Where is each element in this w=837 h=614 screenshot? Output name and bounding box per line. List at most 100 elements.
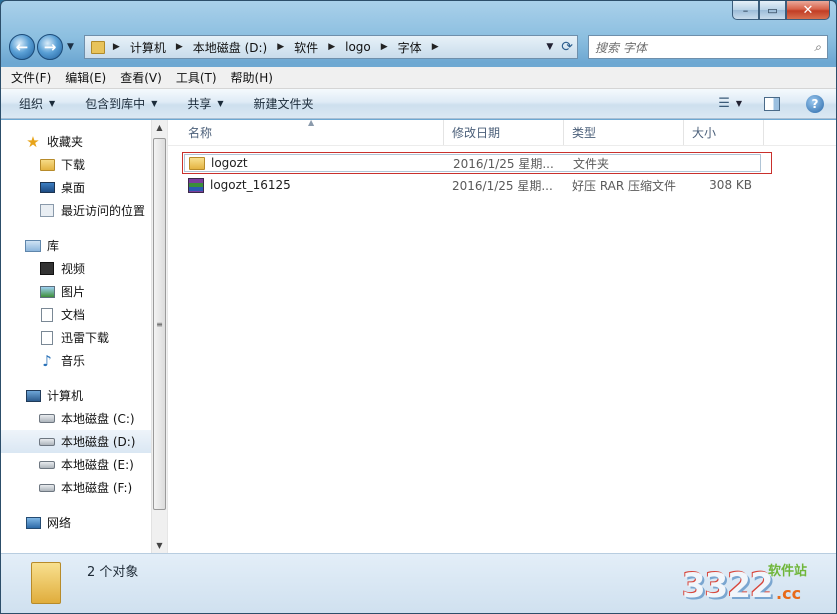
close-button[interactable]: ✕ xyxy=(786,1,830,20)
file-row-logozt-16125[interactable]: logozt_16125 2016/1/25 星期... 好压 RAR 压缩文件… xyxy=(182,174,836,196)
minimize-button[interactable]: – xyxy=(732,1,759,20)
view-options-dropdown[interactable]: ▼ xyxy=(736,99,742,108)
include-in-library-button[interactable]: 包含到库中 ▼ xyxy=(85,95,157,112)
menu-edit[interactable]: 编辑(E) xyxy=(65,69,106,86)
chevron-right-icon[interactable]: ▶ xyxy=(381,42,388,52)
forward-button[interactable]: → xyxy=(37,34,63,60)
drive-icon xyxy=(39,437,55,446)
nav-documents[interactable]: 文档 xyxy=(25,303,151,326)
menu-file[interactable]: 文件(F) xyxy=(11,69,51,86)
column-size[interactable]: 大小 xyxy=(684,120,764,145)
preview-pane-icon[interactable] xyxy=(764,96,780,111)
change-view-icon[interactable]: ☰ xyxy=(718,96,730,111)
column-type[interactable]: 类型 xyxy=(564,120,684,145)
watermark-label: 软件站 xyxy=(768,564,808,579)
nav-drive-c[interactable]: 本地磁盘 (C:) xyxy=(25,407,151,430)
breadcrumb-fonts[interactable]: 字体 xyxy=(398,39,422,56)
nav-documents-label: 文档 xyxy=(61,308,86,322)
chevron-right-icon[interactable]: ▶ xyxy=(277,42,284,52)
chevron-right-icon[interactable]: ▶ xyxy=(328,42,335,52)
chevron-right-icon[interactable]: ▶ xyxy=(176,42,183,52)
chevron-down-icon: ▼ xyxy=(217,99,224,108)
nav-desktop[interactable]: 桌面 xyxy=(25,176,151,199)
nav-network-label: 网络 xyxy=(47,516,72,530)
share-label: 共享 xyxy=(187,97,212,111)
video-icon xyxy=(40,262,54,275)
share-button[interactable]: 共享 ▼ xyxy=(187,95,223,112)
address-bar[interactable]: ▶ 计算机 ▶ 本地磁盘 (D:) ▶ 软件 ▶ logo ▶ 字体 ▶ ▼ ⟳ xyxy=(83,35,578,59)
address-row: ← → ▼ ▶ 计算机 ▶ 本地磁盘 (D:) ▶ 软件 ▶ logo ▶ 字体… xyxy=(9,31,828,63)
chevron-right-icon[interactable]: ▶ xyxy=(432,42,439,52)
nav-downloads[interactable]: 下载 xyxy=(25,153,151,176)
nav-libraries[interactable]: 库 xyxy=(25,234,151,257)
folder-icon xyxy=(31,562,61,604)
menu-bar: 文件(F) 编辑(E) 查看(V) 工具(T) 帮助(H) xyxy=(1,67,836,89)
nav-thunder-label: 迅雷下载 xyxy=(61,331,110,345)
organize-button[interactable]: 组织 ▼ xyxy=(19,95,55,112)
search-placeholder: 搜索 字体 xyxy=(595,40,647,55)
watermark-suffix: .cc xyxy=(776,584,802,603)
nav-music-label: 音乐 xyxy=(61,354,86,368)
search-icon[interactable]: ⌕ xyxy=(814,40,821,55)
refresh-icon[interactable]: ⟳ xyxy=(561,39,573,55)
back-button[interactable]: ← xyxy=(9,34,35,60)
breadcrumb-computer[interactable]: 计算机 xyxy=(130,39,166,56)
help-icon[interactable]: ? xyxy=(806,94,824,113)
nav-network[interactable]: 网络 xyxy=(25,511,151,534)
menu-tools[interactable]: 工具(T) xyxy=(176,69,217,86)
address-history-dropdown[interactable]: ▼ xyxy=(546,42,553,52)
nav-recent-places[interactable]: 最近访问的位置 xyxy=(25,199,151,222)
file-row-logozt[interactable]: logozt 2016/1/25 星期... 文件夹 xyxy=(182,152,772,174)
chevron-down-icon: ▼ xyxy=(49,99,56,108)
nav-recent-label: 最近访问的位置 xyxy=(61,204,146,218)
navigation-scrollbar[interactable]: ▲ ≡ ▼ xyxy=(151,120,167,553)
nav-thunder-downloads[interactable]: 迅雷下载 xyxy=(25,326,151,349)
file-date: 2016/1/25 星期... xyxy=(452,178,553,193)
drive-icon xyxy=(39,460,55,469)
nav-favorites-label: 收藏夹 xyxy=(47,135,84,149)
breadcrumb-logo[interactable]: logo xyxy=(345,40,371,54)
maximize-button[interactable]: ▭ xyxy=(759,1,786,20)
close-icon: ✕ xyxy=(802,2,814,18)
breadcrumb-software[interactable]: 软件 xyxy=(294,39,318,56)
column-name[interactable]: 名称 xyxy=(168,120,444,145)
nav-favorites[interactable]: ★ 收藏夹 xyxy=(25,130,151,153)
item-count: 2 个对象 xyxy=(87,565,139,580)
recent-pages-dropdown[interactable]: ▼ xyxy=(67,42,74,52)
nav-drive-e[interactable]: 本地磁盘 (E:) xyxy=(25,453,151,476)
rar-archive-icon xyxy=(188,177,204,193)
nav-drive-f[interactable]: 本地磁盘 (F:) xyxy=(25,476,151,499)
chevron-down-icon: ▼ xyxy=(151,99,158,108)
arrow-right-icon: → xyxy=(43,38,57,56)
nav-drive-d[interactable]: 本地磁盘 (D:) xyxy=(1,430,151,453)
command-bar: 组织 ▼ 包含到库中 ▼ 共享 ▼ 新建文件夹 ☰ ▼ ? xyxy=(1,89,836,119)
file-date: 2016/1/25 星期... xyxy=(453,156,554,171)
network-icon xyxy=(25,516,41,529)
address-actions: ▼ ⟳ xyxy=(546,39,577,55)
column-date-modified[interactable]: 修改日期 xyxy=(444,120,564,145)
recent-places-icon xyxy=(40,204,54,217)
breadcrumb-drive-d[interactable]: 本地磁盘 (D:) xyxy=(193,39,267,56)
scroll-down-arrow-icon[interactable]: ▼ xyxy=(152,541,167,550)
details-pane: 2 个对象 3322 软件站 .cc xyxy=(1,553,836,613)
chevron-right-icon[interactable]: ▶ xyxy=(113,42,120,52)
caption-buttons: – ▭ ✕ xyxy=(732,1,830,21)
nav-music[interactable]: ♪ 音乐 xyxy=(25,349,151,372)
nav-drive-e-label: 本地磁盘 (E:) xyxy=(61,458,134,472)
nav-pictures-label: 图片 xyxy=(61,285,86,299)
nav-computer[interactable]: 计算机 xyxy=(25,384,151,407)
menu-view[interactable]: 查看(V) xyxy=(120,69,162,86)
organize-label: 组织 xyxy=(19,97,44,111)
thunder-download-icon xyxy=(41,330,53,345)
search-input[interactable]: 搜索 字体 ⌕ xyxy=(588,35,828,59)
watermark-number: 3322 xyxy=(682,566,774,606)
menu-help[interactable]: 帮助(H) xyxy=(231,69,273,86)
nav-pictures[interactable]: 图片 xyxy=(25,280,151,303)
nav-videos[interactable]: 视频 xyxy=(25,257,151,280)
scrollbar-thumb[interactable]: ≡ xyxy=(153,138,166,510)
include-library-label: 包含到库中 xyxy=(85,97,146,111)
file-size: 308 KB xyxy=(709,178,752,192)
main-area: ★ 收藏夹 下载 桌面 最近访问的位置 库 视频 图片 文档 迅雷下载 ♪ 音乐… xyxy=(1,118,836,553)
scroll-up-arrow-icon[interactable]: ▲ xyxy=(152,123,167,132)
new-folder-button[interactable]: 新建文件夹 xyxy=(254,95,314,112)
